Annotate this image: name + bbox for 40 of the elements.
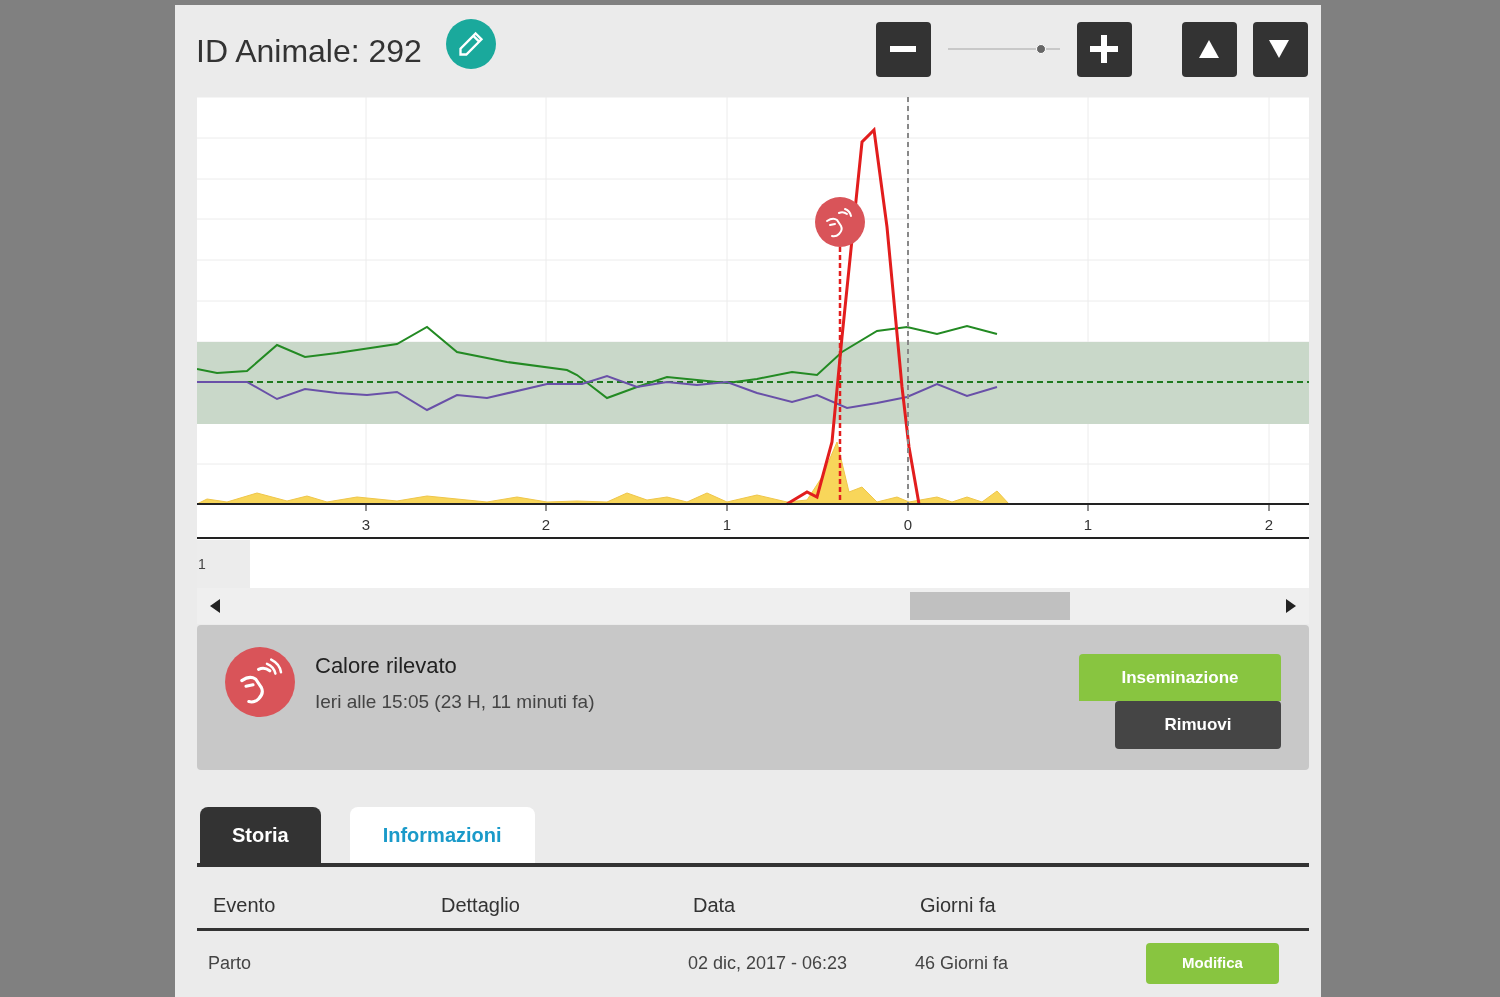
- table-cell-text: 02 dic, 2017 - 06:23: [688, 951, 849, 975]
- pencil-icon: [456, 30, 485, 58]
- animal-title: ID Animale: 292: [196, 32, 422, 71]
- scrollbar-thumb[interactable]: [910, 592, 1070, 620]
- column-header: Evento: [213, 892, 277, 918]
- tab[interactable]: Storia: [200, 807, 321, 863]
- column-header: Dettaglio: [441, 892, 521, 918]
- axis-tick-label: 2: [541, 516, 551, 533]
- axis-tick-label: 1: [1083, 516, 1093, 533]
- zoom-out-button[interactable]: [875, 21, 931, 77]
- axis-tick-label: 0: [903, 516, 913, 533]
- up-button[interactable]: [1181, 21, 1237, 77]
- up-triangle-icon: [1199, 40, 1220, 58]
- axis-tick-label: 3: [361, 516, 371, 533]
- alert-time: Ieri alle 15:05 (23 H, 11 minuti fa): [315, 690, 595, 714]
- plus-icon: [1090, 35, 1119, 63]
- column-header: Data: [693, 892, 737, 918]
- down-triangle-icon: [1268, 40, 1289, 58]
- edit-button[interactable]: [445, 19, 496, 69]
- axis-tick-label: 1: [722, 516, 732, 533]
- row-label: 1: [197, 540, 250, 588]
- zoom-in-button[interactable]: [1076, 21, 1132, 77]
- action-button[interactable]: Inseminazione: [1079, 654, 1281, 701]
- zoom-slider[interactable]: [947, 43, 1060, 55]
- column-header: Giorni fa: [920, 892, 997, 918]
- table-cell-text: 46 Giorni fa: [915, 951, 1010, 975]
- horizontal-scrollbar[interactable]: [197, 588, 1309, 624]
- scroll-right-icon[interactable]: [1286, 599, 1296, 613]
- table-cell-text: Parto: [208, 951, 253, 975]
- action-button[interactable]: Rimuovi: [1115, 701, 1281, 749]
- slider-thumb[interactable]: [1035, 44, 1046, 54]
- down-button[interactable]: [1252, 21, 1308, 77]
- animal-signal-icon: [225, 647, 295, 717]
- scroll-left-icon[interactable]: [210, 599, 220, 613]
- event-marker-icon[interactable]: [815, 197, 865, 247]
- axis-tick-label: 2: [1264, 516, 1274, 533]
- alert-title: Calore rilevato: [315, 652, 458, 680]
- edit-row-button[interactable]: Modifica: [1146, 942, 1279, 984]
- tab[interactable]: Informazioni: [349, 807, 535, 863]
- minus-icon: [890, 46, 917, 52]
